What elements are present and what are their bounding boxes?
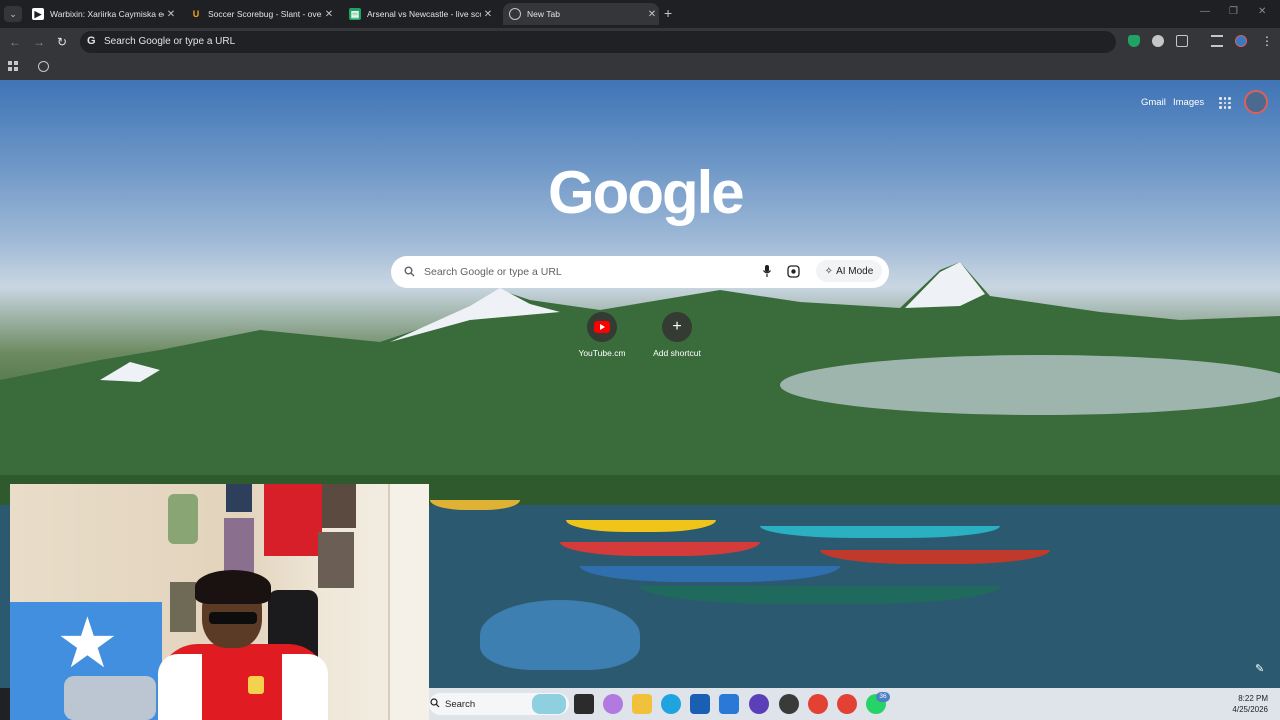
address-bar[interactable] bbox=[80, 31, 1116, 53]
sunglasses bbox=[209, 612, 257, 624]
arsenal-flag bbox=[264, 484, 322, 556]
window-close-icon[interactable]: ✕ bbox=[1258, 6, 1266, 17]
reload-icon[interactable]: ↻ bbox=[57, 35, 67, 49]
restore-icon[interactable]: ❐ bbox=[1229, 6, 1238, 17]
sheet-icon: ▤ bbox=[349, 8, 361, 20]
menu-kebab-icon[interactable]: ⋮ bbox=[1261, 34, 1273, 48]
shortcut-youtube[interactable]: YouTube.cm bbox=[562, 312, 642, 358]
app-icon[interactable] bbox=[749, 694, 769, 714]
arsenal-badge bbox=[248, 676, 264, 694]
clock-date: 4/25/2026 bbox=[1232, 705, 1268, 714]
tab-title: Soccer Scorebug - Slant - overl bbox=[208, 9, 322, 19]
jersey-sleeve bbox=[158, 654, 202, 720]
wall-poster bbox=[226, 484, 252, 512]
shortcut-label: Add shortcut bbox=[653, 348, 701, 358]
bookmarks-bar bbox=[0, 56, 1280, 80]
pillow bbox=[64, 676, 156, 720]
close-icon[interactable]: ✕ bbox=[164, 9, 178, 20]
taskbar-search-label: Search bbox=[445, 699, 476, 710]
flag-star: ★ bbox=[56, 604, 119, 682]
task-view-icon[interactable] bbox=[574, 694, 594, 714]
google-lens-icon[interactable] bbox=[787, 265, 800, 278]
tab-warbixin[interactable]: ▶ Warbixin: Xariirka Caymiska ee ✕ bbox=[28, 3, 178, 25]
close-icon[interactable]: ✕ bbox=[645, 9, 659, 20]
wall-poster bbox=[170, 582, 196, 632]
tab-arsenal-newcastle[interactable]: ▤ Arsenal vs Newcastle - live scor ✕ bbox=[345, 3, 495, 25]
back-icon[interactable]: ← bbox=[9, 35, 21, 49]
clock-time: 8:22 PM bbox=[1238, 694, 1268, 703]
customize-pencil-icon[interactable]: ✎ bbox=[1255, 662, 1264, 675]
youtube-icon bbox=[587, 312, 617, 342]
file-explorer-icon[interactable] bbox=[632, 694, 652, 714]
puzzle-icon[interactable] bbox=[1176, 35, 1188, 47]
tab-search-button[interactable]: ⌄ bbox=[4, 6, 22, 22]
wall-plant bbox=[168, 494, 198, 544]
images-link[interactable]: Images bbox=[1173, 97, 1204, 108]
tab-soccer-scorebug[interactable]: U Soccer Scorebug - Slant - overl ✕ bbox=[186, 3, 336, 25]
search-icon bbox=[430, 698, 440, 708]
chrome-icon bbox=[509, 8, 521, 20]
document-icon: ▶ bbox=[32, 8, 44, 20]
widgets-icon[interactable] bbox=[532, 694, 566, 714]
sparkle-search-icon: ✧ bbox=[824, 265, 834, 277]
shield-extension-icon[interactable] bbox=[1128, 35, 1140, 47]
profile-avatar-icon[interactable] bbox=[1235, 35, 1247, 47]
google-apps-icon[interactable] bbox=[1219, 97, 1231, 109]
minimize-icon[interactable]: — bbox=[1200, 6, 1210, 17]
tab-title: Arsenal vs Newcastle - live scor bbox=[367, 9, 481, 19]
store-icon[interactable] bbox=[690, 694, 710, 714]
extension-circle-icon[interactable] bbox=[1152, 35, 1164, 47]
globe-bookmark-icon[interactable] bbox=[38, 61, 49, 72]
plus-icon: + bbox=[662, 312, 692, 342]
new-tab-button[interactable]: + bbox=[664, 5, 672, 21]
address-bar-placeholder: Search Google or type a URL bbox=[104, 36, 236, 47]
microphone-icon[interactable] bbox=[762, 264, 772, 278]
obs-icon[interactable] bbox=[779, 694, 799, 714]
close-icon[interactable]: ✕ bbox=[322, 9, 336, 20]
jersey-sleeve bbox=[282, 654, 328, 720]
chrome-profile-icon[interactable] bbox=[837, 694, 857, 714]
wall-poster bbox=[322, 484, 356, 528]
forward-icon[interactable]: → bbox=[33, 35, 45, 49]
edge-icon[interactable] bbox=[661, 694, 681, 714]
wall-poster bbox=[318, 532, 354, 588]
media-controls-icon[interactable] bbox=[1211, 35, 1223, 47]
tab-title: Warbixin: Xariirka Caymiska ee bbox=[50, 9, 164, 19]
webcam-overlay: ★ bbox=[10, 484, 429, 720]
chrome-icon[interactable] bbox=[808, 694, 828, 714]
ai-mode-button[interactable]: ✧ AI Mode bbox=[816, 260, 882, 282]
gmail-link[interactable]: Gmail bbox=[1141, 97, 1166, 108]
copilot-icon[interactable] bbox=[603, 694, 623, 714]
google-g-icon: G bbox=[87, 35, 96, 47]
boat bbox=[480, 600, 640, 670]
close-icon[interactable]: ✕ bbox=[481, 9, 495, 20]
horseshoe-icon: U bbox=[192, 9, 200, 19]
account-avatar[interactable] bbox=[1244, 90, 1268, 114]
shortcut-add[interactable]: + Add shortcut bbox=[637, 312, 717, 358]
notification-badge: 36 bbox=[876, 692, 890, 702]
apps-grid-icon[interactable] bbox=[8, 61, 18, 71]
taskbar-clock[interactable]: 8:22 PM 4/25/2026 bbox=[1222, 693, 1268, 715]
ai-mode-label: AI Mode bbox=[836, 265, 874, 277]
tab-title: New Tab bbox=[527, 9, 560, 19]
google-logo: Google bbox=[548, 159, 745, 226]
outlook-icon[interactable] bbox=[719, 694, 739, 714]
shortcut-label: YouTube.cm bbox=[578, 348, 626, 358]
tab-new-tab[interactable]: New Tab ✕ bbox=[503, 3, 659, 25]
search-icon bbox=[404, 266, 415, 277]
room-door bbox=[388, 484, 429, 720]
hanging-clothes bbox=[224, 518, 254, 574]
ntp-search-placeholder: Search Google or type a URL bbox=[424, 266, 562, 278]
streamer-hair bbox=[195, 570, 271, 604]
